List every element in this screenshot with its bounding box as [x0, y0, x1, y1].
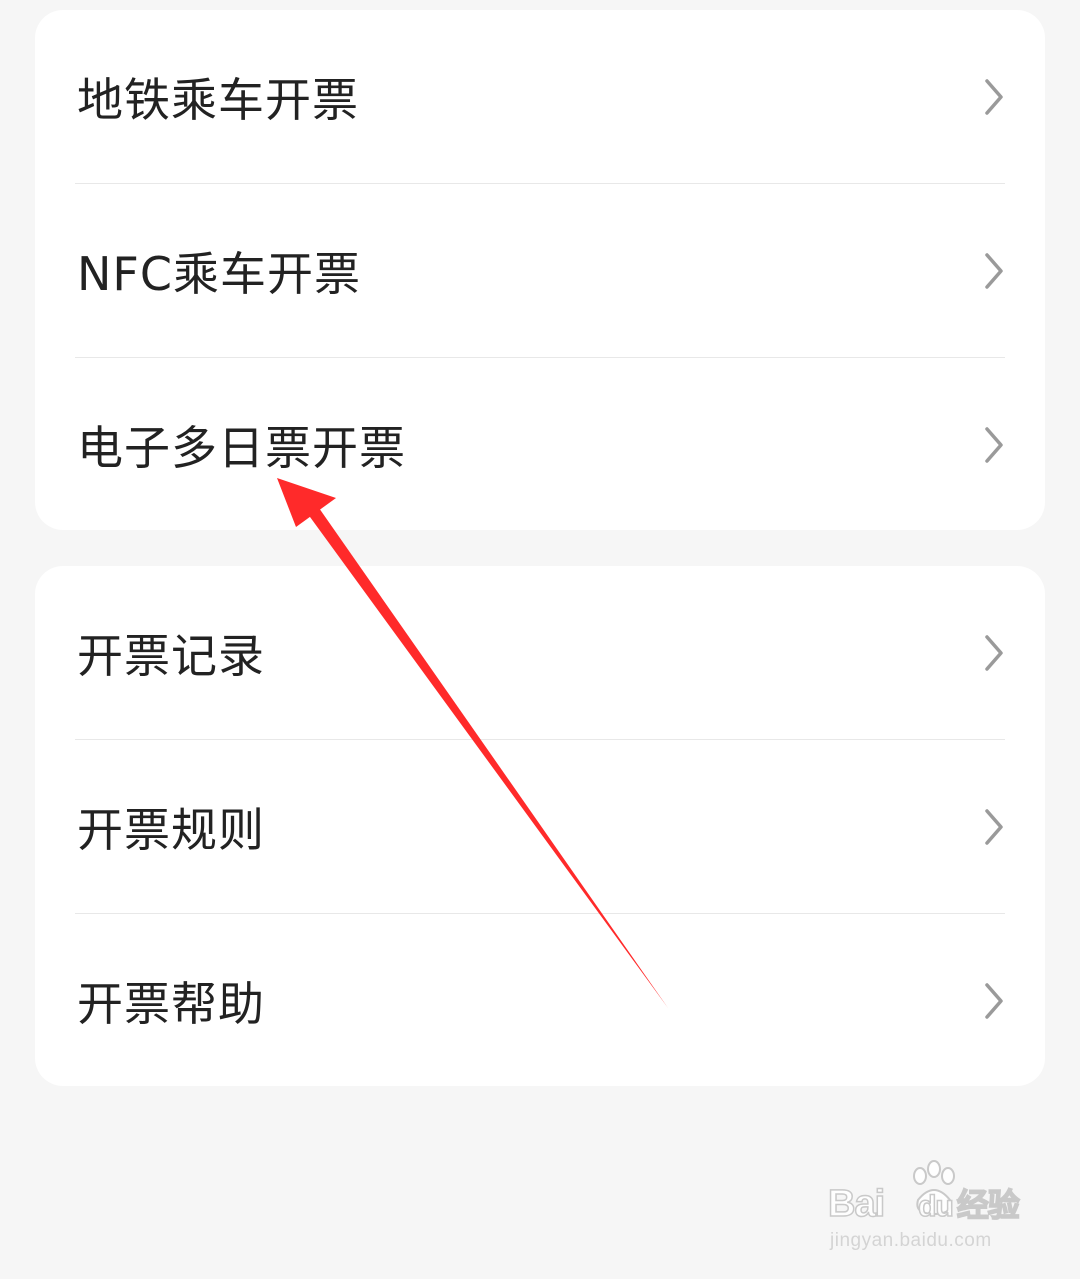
- menu-item-invoice-help[interactable]: 开票帮助: [35, 914, 1045, 1086]
- menu-item-invoice-rules[interactable]: 开票规则: [35, 740, 1045, 914]
- watermark-brand-latin: Bai: [827, 1182, 886, 1226]
- chevron-right-icon: [985, 253, 1003, 289]
- chevron-right-icon: [985, 983, 1003, 1019]
- menu-item-multi-day-ticket-invoice[interactable]: 电子多日票开票: [35, 358, 1045, 530]
- watermark-brand-du: du: [917, 1189, 954, 1224]
- chevron-right-icon: [985, 809, 1003, 845]
- menu-item-label: NFC乘车开票: [77, 247, 361, 301]
- menu-item-label: 开票帮助: [77, 977, 265, 1031]
- menu-item-label: 开票记录: [77, 629, 265, 683]
- invoice-options-card: 地铁乘车开票 NFC乘车开票 电子多日票开票: [35, 10, 1045, 530]
- invoice-info-card: 开票记录 开票规则 开票帮助: [35, 566, 1045, 1086]
- menu-item-invoice-records[interactable]: 开票记录: [35, 566, 1045, 740]
- chevron-right-icon: [985, 635, 1003, 671]
- chevron-right-icon: [985, 79, 1003, 115]
- menu-item-label: 电子多日票开票: [77, 421, 406, 475]
- watermark-brand-cn: 经验: [956, 1186, 1021, 1224]
- chevron-right-icon: [985, 427, 1003, 463]
- menu-item-label: 地铁乘车开票: [77, 73, 359, 127]
- watermark-brand: Bai du 经验: [827, 1180, 1021, 1226]
- menu-item-metro-ride-invoice[interactable]: 地铁乘车开票: [35, 10, 1045, 184]
- watermark-url: jingyan.baidu.com: [830, 1230, 992, 1251]
- menu-item-label: 开票规则: [77, 803, 265, 857]
- baidu-jingyan-watermark: Bai du 经验 jingyan.baidu.com: [827, 1160, 1028, 1260]
- menu-item-nfc-ride-invoice[interactable]: NFC乘车开票: [35, 184, 1045, 358]
